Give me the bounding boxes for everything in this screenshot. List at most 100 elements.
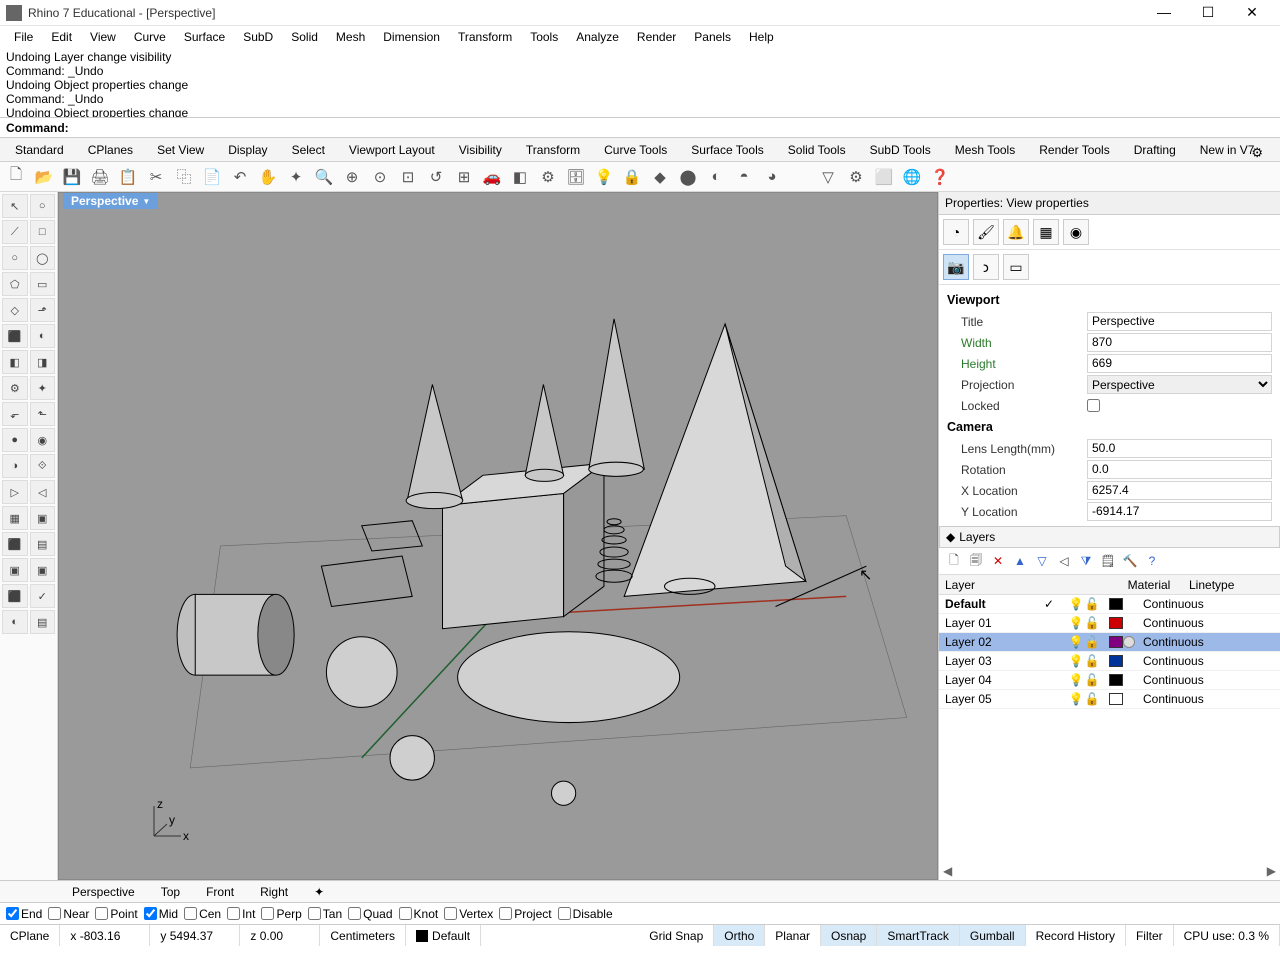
layer-row[interactable]: Layer 05💡🔓Continuous — [939, 690, 1280, 709]
command-input[interactable]: Command: — [0, 118, 1280, 138]
menu-panels[interactable]: Panels — [686, 28, 739, 46]
copy-icon[interactable]: ⿻ — [172, 165, 196, 189]
menu-render[interactable]: Render — [629, 28, 684, 46]
options-icon[interactable]: ⚙ — [536, 165, 560, 189]
left-tool-icon[interactable]: ▣ — [30, 506, 56, 530]
tab-set-view[interactable]: Set View — [146, 140, 215, 160]
left-tool-icon[interactable]: ↖ — [2, 194, 28, 218]
left-tool-icon[interactable]: ◐ — [30, 324, 56, 348]
left-tool-icon[interactable]: ✦ — [30, 376, 56, 400]
four-viewport-icon[interactable]: ⊞ — [452, 165, 476, 189]
left-tool-icon[interactable]: ⬠ — [2, 272, 28, 296]
left-tool-icon[interactable]: ⟐ — [30, 454, 56, 478]
left-tool-icon[interactable]: ⬛ — [2, 324, 28, 348]
layer-tools-icon[interactable]: 🔨 — [1121, 552, 1139, 570]
rotate-view-icon[interactable]: ✦ — [284, 165, 308, 189]
left-tool-icon[interactable]: ▭ — [30, 272, 56, 296]
osnap-cen[interactable]: Cen — [184, 907, 221, 921]
xloc-input[interactable]: 6257.4 — [1087, 481, 1272, 500]
left-tool-icon[interactable]: ⬛ — [2, 584, 28, 608]
pan-icon[interactable]: ✋ — [256, 165, 280, 189]
left-tool-icon[interactable]: ▣ — [30, 558, 56, 582]
projection-select[interactable]: Perspective — [1087, 375, 1272, 394]
prev-icon[interactable]: ◁ — [1055, 552, 1073, 570]
osnap-toggle[interactable]: Osnap — [821, 925, 877, 946]
left-tool-icon[interactable]: ▷ — [2, 480, 28, 504]
layer-help-icon[interactable]: ? — [1143, 552, 1161, 570]
left-tool-icon[interactable]: ◨ — [30, 350, 56, 374]
cut-icon[interactable]: ✂ — [144, 165, 168, 189]
layer-row[interactable]: Layer 04💡🔓Continuous — [939, 671, 1280, 690]
frame-icon[interactable]: ⬜ — [872, 165, 896, 189]
osnap-disable[interactable]: Disable — [558, 907, 613, 921]
settings2-icon[interactable]: ⚙ — [844, 165, 868, 189]
camera-icon[interactable]: 📷 — [943, 254, 969, 280]
left-tool-icon[interactable]: ◯ — [30, 246, 56, 270]
gridsnap-toggle[interactable]: Grid Snap — [639, 925, 714, 946]
zoom-icon[interactable]: 🔍 — [312, 165, 336, 189]
filter-toggle[interactable]: Filter — [1126, 925, 1174, 946]
new-layer-icon[interactable]: 🗋 — [945, 552, 963, 570]
scroll-left-icon[interactable]: ◀ — [943, 864, 952, 880]
menu-help[interactable]: Help — [741, 28, 782, 46]
layer-props-icon[interactable]: 🗒 — [1099, 552, 1117, 570]
left-tool-icon[interactable]: ◑ — [2, 454, 28, 478]
osnap-near[interactable]: Near — [48, 907, 89, 921]
left-tool-icon[interactable]: ✓ — [30, 584, 56, 608]
layer-row[interactable]: Layer 02💡🔓Continuous — [939, 633, 1280, 652]
width-input[interactable]: 870 — [1087, 333, 1272, 352]
record-history-toggle[interactable]: Record History — [1026, 925, 1126, 946]
viewtab-right[interactable]: Right — [248, 883, 300, 901]
locked-checkbox[interactable] — [1087, 399, 1100, 412]
menu-surface[interactable]: Surface — [176, 28, 233, 46]
tab-render-tools[interactable]: Render Tools — [1028, 140, 1121, 160]
ghost-icon[interactable]: ◓ — [732, 165, 756, 189]
render-icon[interactable]: ⬤ — [676, 165, 700, 189]
left-tool-icon[interactable]: ◧ — [2, 350, 28, 374]
gumball-toggle[interactable]: Gumball — [960, 925, 1026, 946]
left-tool-icon[interactable]: ⟋ — [2, 220, 28, 244]
osnap-project[interactable]: Project — [499, 907, 551, 921]
menu-solid[interactable]: Solid — [283, 28, 326, 46]
osnap-int[interactable]: Int — [227, 907, 255, 921]
scroll-right-icon[interactable]: ▶ — [1267, 864, 1276, 880]
new-sublayer-icon[interactable]: 🗐 — [967, 552, 985, 570]
layers-panel-title[interactable]: ◆Layers — [939, 526, 1280, 548]
menu-curve[interactable]: Curve — [126, 28, 174, 46]
tab-transform[interactable]: Transform — [515, 140, 591, 160]
tab-mesh-tools[interactable]: Mesh Tools — [944, 140, 1026, 160]
layer-row[interactable]: Default✓💡🔓Continuous — [939, 595, 1280, 614]
material-tab-icon[interactable]: 🖌 — [973, 219, 999, 245]
menu-edit[interactable]: Edit — [43, 28, 80, 46]
menu-transform[interactable]: Transform — [450, 28, 520, 46]
open-icon[interactable]: 📂 — [32, 165, 56, 189]
tab-subd-tools[interactable]: SubD Tools — [859, 140, 942, 160]
undo-icon[interactable]: ↶ — [228, 165, 252, 189]
light-tab-icon[interactable]: 🔔 — [1003, 219, 1029, 245]
delete-layer-icon[interactable]: ✕ — [989, 552, 1007, 570]
menu-analyze[interactable]: Analyze — [568, 28, 627, 46]
move-down-icon[interactable]: ▽ — [1033, 552, 1051, 570]
help-icon[interactable]: ❓ — [928, 165, 952, 189]
left-tool-icon[interactable]: ◐ — [2, 610, 28, 634]
ortho-toggle[interactable]: Ortho — [714, 925, 765, 946]
idea-icon[interactable]: 💡 — [592, 165, 616, 189]
osnap-perp[interactable]: Perp — [261, 907, 301, 921]
frame2-icon[interactable]: ▭ — [1003, 254, 1029, 280]
decal-tab-icon[interactable]: ◉ — [1063, 219, 1089, 245]
close-button[interactable]: ✕ — [1240, 4, 1264, 21]
viewport-dropdown-icon[interactable]: ▼ — [142, 197, 150, 206]
left-tool-icon[interactable]: □ — [30, 220, 56, 244]
set-cplane-icon[interactable]: ◧ — [508, 165, 532, 189]
menu-subd[interactable]: SubD — [235, 28, 281, 46]
left-tool-icon[interactable]: ▤ — [30, 532, 56, 556]
zoom-window-icon[interactable]: ⊡ — [396, 165, 420, 189]
filter-tool-icon[interactable]: ▽ — [816, 165, 840, 189]
snapshot-icon[interactable]: 🗄 — [564, 165, 588, 189]
left-tool-icon[interactable]: ◉ — [30, 428, 56, 452]
osnap-vertex[interactable]: Vertex — [444, 907, 493, 921]
viewport-perspective[interactable]: Perspective▼ — [58, 192, 938, 880]
viewtab-perspective[interactable]: Perspective — [60, 883, 147, 901]
shade-icon[interactable]: ◐ — [704, 165, 728, 189]
zoom-extents-icon[interactable]: ⊕ — [340, 165, 364, 189]
